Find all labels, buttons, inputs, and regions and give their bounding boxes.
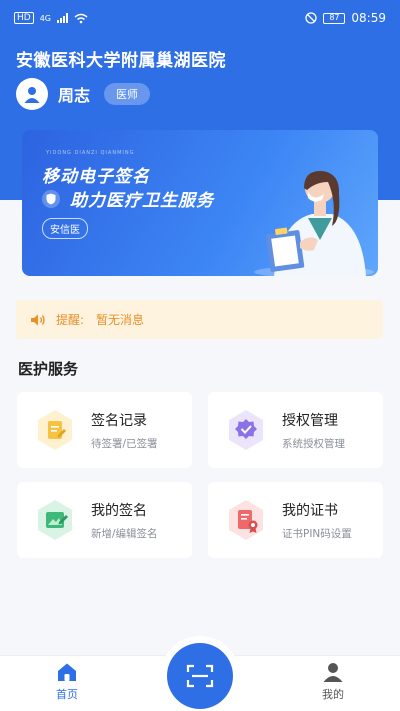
card-title: 我的证书: [282, 502, 338, 519]
user-profile-row[interactable]: 周志 医师: [16, 78, 151, 110]
service-card-sign-record[interactable]: 签名记录 待签署/已签署: [17, 392, 192, 468]
authorization-icon: [224, 408, 268, 452]
profile-icon: [323, 663, 343, 682]
my-signature-icon: [33, 498, 77, 542]
card-title: 授权管理: [282, 412, 338, 429]
certificate-icon: [224, 498, 268, 542]
home-icon: [58, 663, 76, 681]
section-title: 医护服务: [18, 360, 79, 378]
card-subtitle: 系统授权管理: [282, 437, 345, 450]
service-card-certificate[interactable]: 我的证书 证书PIN码设置: [208, 482, 383, 558]
notice-label: 提醒:: [56, 313, 85, 327]
user-icon: [24, 87, 40, 103]
avatar[interactable]: [16, 78, 48, 110]
card-title: 签名记录: [91, 412, 147, 429]
wifi-icon: [74, 13, 88, 23]
banner-subheadline: 助力医疗卫生服务: [42, 186, 214, 211]
user-name: 周志: [58, 86, 91, 105]
speaker-icon: [31, 314, 45, 325]
nav-home-label: 首页: [56, 688, 78, 701]
battery-icon: 87: [323, 12, 346, 24]
clock: 08:59: [351, 11, 386, 25]
banner-subheadline-text: 助力医疗卫生服务: [70, 191, 214, 211]
notice-message: 暂无消息: [96, 313, 145, 327]
signal-icon: [57, 13, 68, 23]
mute-icon: [305, 12, 318, 24]
battery-level: 87: [329, 13, 340, 22]
card-subtitle: 新增/编辑签名: [91, 527, 158, 540]
banner-headline: 移动电子签名: [42, 167, 150, 187]
notice-bar[interactable]: 提醒: 暂无消息: [16, 300, 383, 339]
status-bar: HD 4G 87 08:59: [0, 0, 400, 36]
service-card-authorization[interactable]: 授权管理 系统授权管理: [208, 392, 383, 468]
hd-indicator: HD: [14, 12, 34, 24]
card-subtitle: 证书PIN码设置: [282, 527, 352, 540]
card-subtitle: 待签署/已签署: [91, 437, 158, 450]
nav-home[interactable]: 首页: [37, 662, 97, 702]
sign-record-icon: [33, 408, 77, 452]
nav-mine-label: 我的: [322, 688, 344, 701]
nav-mine[interactable]: 我的: [303, 662, 363, 702]
network-speed: 4G: [39, 13, 51, 23]
banner-brand-tag: 安信医: [42, 218, 88, 239]
doctor-illustration: [254, 170, 374, 276]
service-card-my-signature[interactable]: 我的签名 新增/编辑签名: [17, 482, 192, 558]
role-badge: 医师: [104, 83, 151, 105]
banner-pinyin: YIDONG DIANZI QIANMING: [46, 150, 135, 156]
shield-icon: [42, 189, 60, 208]
hospital-name: 安徽医科大学附属巢湖医院: [16, 51, 226, 71]
scan-icon: [186, 664, 214, 688]
promo-banner[interactable]: YIDONG DIANZI QIANMING 移动电子签名 助力医疗卫生服务 安…: [22, 130, 378, 276]
scan-button[interactable]: [167, 643, 233, 709]
card-title: 我的签名: [91, 502, 147, 519]
